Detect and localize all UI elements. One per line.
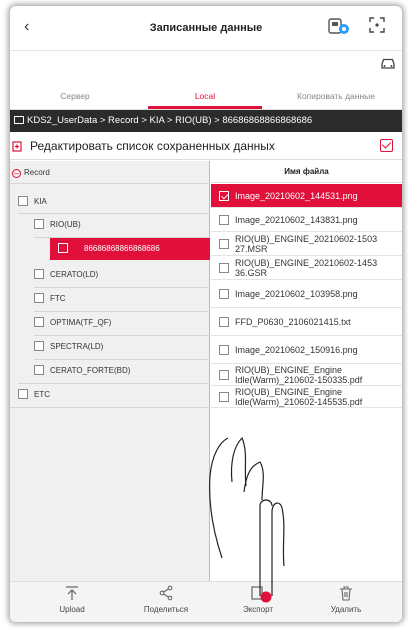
file-name: Image_20210602_150916.png [235, 345, 358, 355]
tree-item-label: 86686868866868686 [84, 244, 160, 253]
file-list-header: Имя файла [211, 161, 402, 183]
file-checkbox[interactable] [219, 317, 229, 327]
edit-list-label: Редактировать список сохраненных данных [30, 139, 275, 153]
top-bar: ‹ Записанные данные [10, 6, 402, 50]
file-row[interactable]: RIO(UB)_ENGINE_20210602-1453 36.GSR [211, 256, 402, 280]
file-name: RIO(UB)_ENGINE_20210602-1503 [235, 234, 378, 244]
tree-item-label: CERATO_FORTE(BD) [50, 366, 131, 375]
file-row[interactable]: RIO(UB)_ENGINE_20210602-1503 27.MSR [211, 232, 402, 256]
export-button[interactable]: Экспорт [218, 585, 298, 614]
delete-label: Удалить [330, 605, 362, 614]
file-name: RIO(UB)_ENGINE_20210602-1453 [235, 258, 378, 268]
tree-root[interactable]: – Record [12, 168, 50, 178]
tree-checkbox[interactable] [34, 293, 44, 303]
file-row[interactable]: FFD_P0630_2106021415.txt [211, 308, 402, 336]
folder-icon [14, 116, 24, 124]
tree-checkbox[interactable] [34, 317, 44, 327]
tree-root-label: Record [24, 168, 50, 177]
tree-checkbox[interactable] [18, 389, 28, 399]
file-name: Image_20210602_103958.png [235, 289, 358, 299]
upload-label: Upload [59, 605, 85, 614]
edit-list-row: Редактировать список сохраненных данных [10, 132, 402, 160]
file-row[interactable]: Image_20210602_150916.png [211, 336, 402, 364]
folder-tree: – Record KIA RIO(UB) 86686868866868686 CE… [10, 161, 210, 581]
file-checkbox[interactable] [219, 392, 229, 402]
tree-item-label: FTC [50, 294, 66, 303]
tree-item-label: RIO(UB) [50, 220, 81, 229]
edit-list-checkbox[interactable] [380, 139, 393, 152]
file-row[interactable]: RIO(UB)_ENGINE_Engine Idle(Warm)_210602-… [211, 364, 402, 386]
file-name: FFD_P0630_2106021415.txt [235, 317, 351, 327]
tab-bar: Сервер Local Копировать данные [10, 86, 402, 110]
file-checkbox[interactable] [219, 239, 229, 249]
file-row[interactable]: Image_20210602_103958.png [211, 280, 402, 308]
breadcrumb: KDS2_UserData > Record > KIA > RIO(UB) >… [10, 110, 402, 132]
tab-server[interactable]: Сервер [10, 91, 140, 101]
export-label: Экспорт [242, 605, 274, 614]
tab-copy-data[interactable]: Копировать данные [270, 91, 402, 101]
vci-connection-icon[interactable] [328, 16, 350, 36]
share-button[interactable]: Поделиться [126, 585, 206, 614]
active-tab-indicator [148, 106, 262, 109]
file-checkbox[interactable] [219, 345, 229, 355]
vehicle-row [10, 50, 402, 74]
upload-icon [66, 586, 78, 600]
file-name: Image_20210602_144531.png [235, 191, 358, 201]
file-name-line2: 36.GSR [235, 268, 268, 278]
tree-item-label: CERATO(LD) [50, 270, 99, 279]
tree-item-selected[interactable]: 86686868866868686 [50, 238, 210, 260]
tab-local[interactable]: Local [140, 91, 270, 101]
file-checkbox[interactable] [219, 370, 229, 380]
file-checkbox[interactable] [219, 191, 229, 201]
file-row[interactable]: Image_20210602_143831.png [211, 208, 402, 232]
breadcrumb-text: KDS2_UserData > Record > KIA > RIO(UB) >… [27, 115, 313, 126]
tree-checkbox[interactable] [34, 365, 44, 375]
tree-item-label: OPTIMA(TF_QF) [50, 318, 112, 327]
tree-item-label: KIA [34, 197, 47, 206]
file-name-line2: Idle(Warm)_210602-145535.pdf [235, 397, 363, 407]
file-name: RIO(UB)_ENGINE_Engine [235, 365, 343, 375]
app-window: ‹ Записанные данные Сервер Local Копиров… [10, 6, 402, 622]
fullscreen-icon[interactable] [368, 16, 386, 34]
car-icon[interactable] [380, 56, 396, 70]
file-list: Имя файла Image_20210602_144531.png Imag… [211, 161, 402, 581]
file-row-selected[interactable]: Image_20210602_144531.png [211, 184, 402, 208]
file-checkbox[interactable] [219, 215, 229, 225]
share-icon [159, 585, 173, 601]
tree-checkbox[interactable] [58, 243, 68, 253]
tree-checkbox[interactable] [34, 341, 44, 351]
file-row[interactable]: RIO(UB)_ENGINE_Engine Idle(Warm)_210602-… [211, 386, 402, 408]
file-name: RIO(UB)_ENGINE_Engine [235, 387, 343, 397]
file-name: Image_20210602_143831.png [235, 215, 358, 225]
tree-item-label: SPECTRA(LD) [50, 342, 104, 351]
file-checkbox[interactable] [219, 263, 229, 273]
edit-list-icon [12, 141, 22, 152]
tree-checkbox[interactable] [34, 269, 44, 279]
bottom-toolbar: Upload Поделиться Экспорт Удалить [10, 581, 402, 622]
file-name-line2: Idle(Warm)_210602-150335.pdf [235, 375, 363, 385]
tree-checkbox[interactable] [18, 196, 28, 206]
export-icon [251, 586, 263, 600]
tree-checkbox[interactable] [34, 219, 44, 229]
tree-item-label: ETC [34, 390, 50, 399]
trash-icon [340, 586, 352, 601]
file-checkbox[interactable] [219, 289, 229, 299]
share-label: Поделиться [143, 605, 189, 614]
upload-button[interactable]: Upload [32, 585, 112, 614]
collapse-icon[interactable]: – [12, 169, 21, 178]
file-name-line2: 27.MSR [235, 244, 268, 254]
delete-button[interactable]: Удалить [306, 585, 386, 614]
